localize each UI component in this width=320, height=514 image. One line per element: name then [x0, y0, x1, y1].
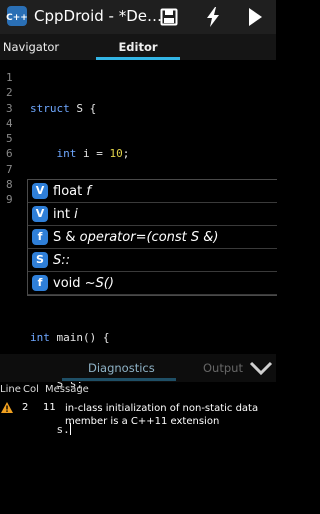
line-number-gutter: 1 2 3 4 5 6 7 8 9 — [6, 70, 26, 208]
diagnostic-message-line: in-class initialization of non-static da… — [65, 403, 259, 414]
autocomplete-item[interactable]: V int i — [28, 203, 277, 226]
completion-name: S:: — [53, 252, 71, 268]
completion-name: i — [74, 206, 78, 222]
app-title: CppDroid - *De… — [34, 7, 162, 25]
line-number: 3 — [6, 101, 13, 115]
save-button[interactable] — [154, 2, 184, 32]
completion-name: operator=(const S &) — [79, 229, 219, 245]
chevron-down-icon — [249, 361, 273, 376]
warning-icon — [1, 402, 13, 413]
tab-diagnostics[interactable]: Diagnostics — [88, 361, 155, 375]
diagnostics-header: Line Col Message — [0, 382, 276, 398]
diagnostics-tab-bar: Diagnostics Output — [0, 354, 276, 382]
variable-badge-icon: V — [32, 206, 48, 222]
line-number: 5 — [6, 132, 13, 146]
action-bar: C++ CppDroid - *De… — [0, 0, 276, 34]
line-number: 7 — [6, 162, 13, 176]
diagnostic-col: 11 — [43, 402, 56, 413]
diagnostic-message-line: member is a C++11 extension — [65, 416, 220, 427]
diagnostics-tab-indicator — [62, 378, 176, 381]
column-header-col: Col — [23, 384, 39, 395]
tab-navigator[interactable]: Navigator — [0, 34, 62, 60]
code-editor[interactable]: 1 2 3 4 5 6 7 8 9 struct S { int i = 10;… — [0, 62, 277, 436]
play-icon — [249, 8, 262, 26]
column-header-line: Line — [0, 384, 21, 395]
code-line: int i = 10; — [56, 147, 130, 161]
code-line: struct S { — [30, 101, 97, 115]
diagnostic-line: 2 — [22, 402, 29, 413]
collapse-panel-button[interactable] — [248, 358, 274, 378]
autocomplete-item[interactable]: f S & operator=(const S &) — [28, 226, 277, 249]
lightning-icon — [207, 7, 219, 27]
line-number: 2 — [6, 86, 13, 100]
tab-output[interactable]: Output — [203, 361, 243, 375]
autocomplete-item[interactable]: f void ~S() — [28, 272, 277, 295]
app-logo-icon[interactable]: C++ — [6, 5, 28, 27]
completion-type: void — [53, 275, 81, 291]
column-header-message: Message — [45, 384, 89, 395]
completion-type: S & — [53, 229, 76, 245]
function-badge-icon: f — [32, 229, 48, 245]
active-tab-indicator — [96, 57, 180, 60]
completion-name: ~S() — [84, 275, 114, 291]
line-number: 9 — [6, 193, 13, 207]
code-line: int main() { — [30, 331, 110, 345]
svg-text:C++: C++ — [6, 13, 28, 23]
tab-bar: Navigator Editor — [0, 34, 276, 60]
completion-type: int — [53, 206, 70, 222]
autocomplete-item[interactable]: S S:: — [28, 249, 277, 272]
line-number: 8 — [6, 178, 13, 192]
line-number: 4 — [6, 116, 13, 130]
completion-name: f — [86, 183, 91, 199]
function-badge-icon: f — [32, 275, 48, 291]
variable-badge-icon: V — [32, 183, 48, 199]
diagnostic-message: in-class initialization of non-static da… — [65, 402, 258, 428]
save-icon — [160, 8, 178, 26]
line-number: 1 — [6, 71, 13, 84]
build-button[interactable] — [198, 2, 228, 32]
autocomplete-popup: V float f V int i f S & operator=(const … — [27, 179, 277, 296]
completion-type: float — [53, 183, 83, 199]
struct-badge-icon: S — [32, 252, 48, 268]
autocomplete-item[interactable]: V float f — [28, 180, 277, 203]
line-number: 6 — [6, 147, 13, 161]
run-button[interactable] — [240, 2, 270, 32]
diagnostic-row[interactable]: 2 11 in-class initialization of non-stat… — [0, 398, 276, 429]
